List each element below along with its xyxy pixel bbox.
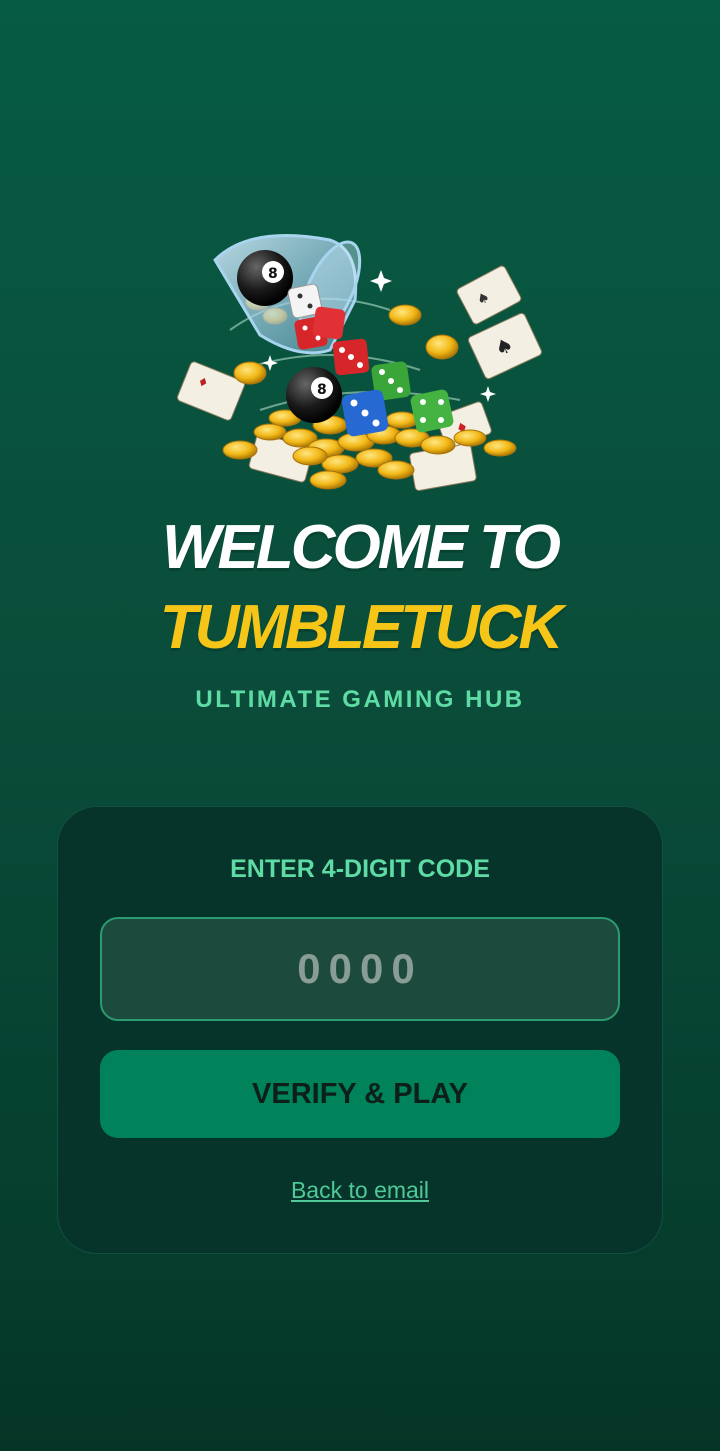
- dice-blue: [341, 389, 389, 437]
- playing-card-top-right: ♠: [456, 265, 522, 325]
- tagline: ULTIMATE GAMING HUB: [195, 686, 525, 713]
- code-input[interactable]: [100, 917, 620, 1021]
- eight-ball-bottom: 8: [286, 367, 342, 423]
- brand-title: TUMBLETUCK: [159, 593, 564, 662]
- back-to-email-link[interactable]: Back to email: [58, 1177, 662, 1204]
- eight-ball-top: 8: [237, 250, 293, 306]
- verify-card: ENTER 4-DIGIT CODE VERIFY & PLAY Back to…: [57, 806, 663, 1254]
- hero-illustration: ♦ ♠ ♠ ♦ 8 8: [0, 220, 720, 500]
- svg-text:8: 8: [268, 266, 278, 282]
- welcome-title-line1: WELCOME TO: [162, 513, 561, 582]
- svg-text:8: 8: [317, 382, 327, 398]
- verify-play-button[interactable]: VERIFY & PLAY: [100, 1050, 620, 1138]
- code-label: ENTER 4-DIGIT CODE: [230, 855, 490, 883]
